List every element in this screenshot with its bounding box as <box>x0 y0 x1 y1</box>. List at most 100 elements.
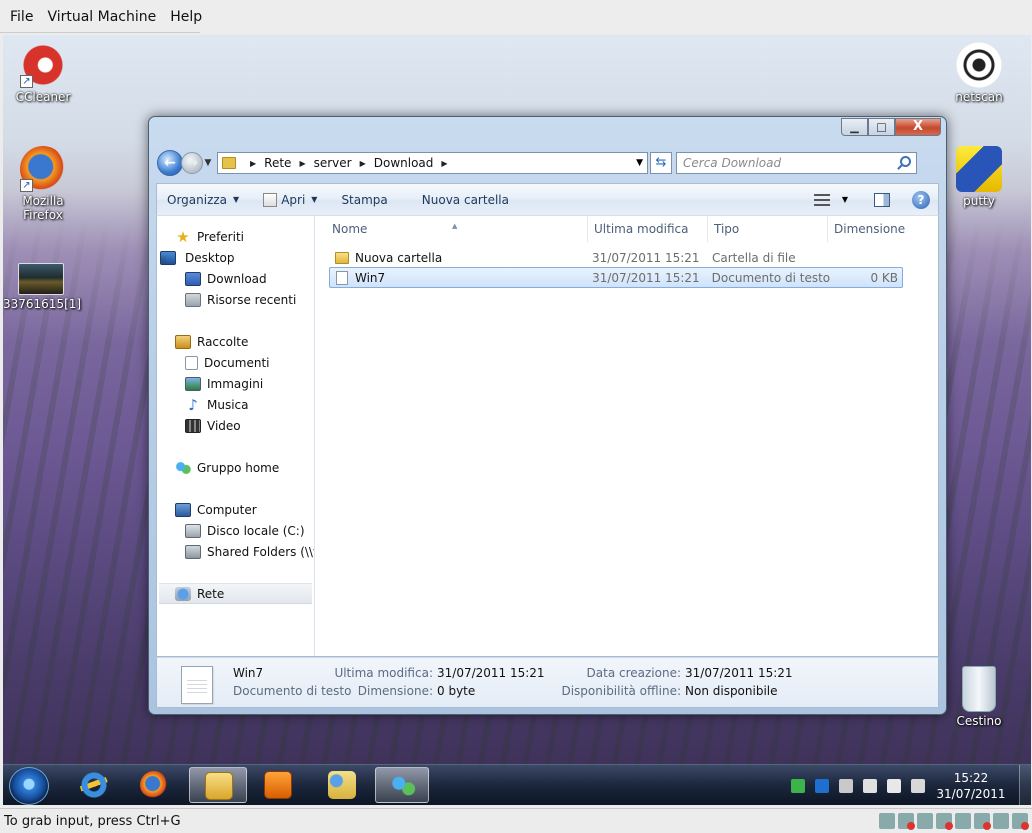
vmware-tools-icon[interactable] <box>839 778 853 793</box>
column-header-type[interactable]: Tipo <box>708 216 828 242</box>
file-type: Cartella di file <box>712 250 796 265</box>
usb-device-icon[interactable] <box>974 813 991 830</box>
nav-label: Raccolte <box>197 334 249 349</box>
desktop-icon-recycle-bin[interactable]: Cestino <box>941 666 1017 728</box>
sync-icon[interactable] <box>791 778 805 793</box>
floppy-icon[interactable] <box>936 813 953 830</box>
folder-icon <box>205 772 233 800</box>
file-row-selected[interactable]: Win7 31/07/2011 15:21 Documento di testo… <box>329 267 903 288</box>
nav-computer[interactable]: Computer <box>157 499 314 520</box>
minimize-button[interactable]: ▁ <box>841 118 868 136</box>
breadcrumb-separator-icon[interactable]: ▶ <box>299 159 305 168</box>
refresh-icon: ⇆ <box>655 155 667 170</box>
open-button[interactable]: Apri ▼ <box>255 184 325 215</box>
nav-pictures[interactable]: Immagini <box>157 373 314 394</box>
breadcrumb-rete[interactable]: Rete <box>264 156 291 170</box>
desktop-icon-firefox[interactable]: ↗ Mozilla Firefox <box>5 146 81 222</box>
column-header-size[interactable]: Dimensione <box>828 216 928 242</box>
print-button[interactable]: Stampa <box>333 184 395 215</box>
firefox-icon <box>140 771 168 799</box>
nav-recent[interactable]: Risorse recenti <box>157 289 314 310</box>
menu-virtual-machine[interactable]: Virtual Machine <box>41 9 162 25</box>
breadcrumb-download[interactable]: Download <box>374 156 434 170</box>
nav-documents[interactable]: Documenti <box>157 352 314 373</box>
printer-icon[interactable] <box>993 813 1009 829</box>
clock-date: 31/07/2011 <box>936 786 1006 801</box>
taskbar-network-app[interactable] <box>315 767 369 803</box>
taskbar-clock[interactable]: 15:22 31/07/2011 <box>935 770 1007 802</box>
nav-label: Desktop <box>185 250 235 265</box>
recycle-bin-icon <box>962 666 996 712</box>
desktop-icon-image-file[interactable]: 33761615[1] <box>3 263 81 311</box>
explorer-window[interactable]: ▁ □ X ← → ▼ ▶ Rete ▶ server ▶ Download ▶… <box>148 116 947 715</box>
volume-icon[interactable] <box>911 778 925 793</box>
sound-device-icon[interactable] <box>879 813 895 829</box>
forward-button[interactable]: → <box>181 152 203 174</box>
nav-download[interactable]: Download <box>157 268 314 289</box>
help-button[interactable]: ? <box>912 190 930 209</box>
desktop-icon-netscan[interactable]: netscan <box>941 42 1017 104</box>
change-view-icon[interactable] <box>813 193 830 206</box>
breadcrumb-server[interactable]: server <box>314 156 352 170</box>
nav-desktop[interactable]: Desktop <box>157 247 314 268</box>
breadcrumb-separator-icon[interactable]: ▶ <box>250 159 256 168</box>
search-icon[interactable] <box>900 156 911 167</box>
file-size: 0 KB <box>870 270 899 285</box>
menu-help[interactable]: Help <box>164 9 208 25</box>
back-button[interactable]: ← <box>157 150 183 176</box>
column-header-modified[interactable]: Ultima modifica <box>588 216 708 242</box>
download-folder-icon <box>185 271 201 286</box>
chevron-down-icon[interactable]: ▼ <box>842 195 848 204</box>
nav-network[interactable]: Rete <box>159 583 312 604</box>
breadcrumb-separator-icon[interactable]: ▶ <box>360 159 366 168</box>
address-history-dropdown[interactable]: ▼ <box>636 158 643 168</box>
nav-video[interactable]: Video <box>157 415 314 436</box>
column-label: Nome <box>332 222 368 236</box>
nav-favorites[interactable]: ★ Preferiti <box>157 226 314 247</box>
details-created-label: Data creazione: <box>586 666 681 680</box>
start-button[interactable] <box>9 767 49 805</box>
file-row[interactable]: Nuova cartella 31/07/2011 15:21 Cartella… <box>329 247 903 268</box>
explorer-body: ★ Preferiti Desktop Download Risorse rece… <box>156 215 939 657</box>
forward-arrow-icon: → <box>186 155 198 171</box>
show-desktop-button[interactable] <box>1019 765 1031 806</box>
taskbar-media-player[interactable] <box>251 767 305 803</box>
preview-pane-icon[interactable] <box>874 192 890 207</box>
libraries-icon <box>175 334 191 349</box>
nav-local-disk[interactable]: Disco locale (C:) <box>157 520 314 541</box>
menu-file[interactable]: File <box>4 9 39 25</box>
refresh-button[interactable]: ⇆ <box>650 152 672 174</box>
taskbar-explorer[interactable] <box>189 767 247 803</box>
nav-music[interactable]: ♪ Musica <box>157 394 314 415</box>
close-icon: X <box>912 119 924 134</box>
taskbar-homegroup[interactable] <box>375 767 429 803</box>
nav-label: Rete <box>197 586 225 601</box>
network-status-icon[interactable] <box>887 778 901 793</box>
recent-pages-dropdown[interactable]: ▼ <box>203 158 213 168</box>
cd-rom-icon[interactable] <box>917 813 933 829</box>
nav-libraries[interactable]: Raccolte <box>157 331 314 352</box>
close-button[interactable]: X <box>895 118 941 136</box>
maximize-button[interactable]: □ <box>868 118 895 136</box>
nav-homegroup[interactable]: Gruppo home <box>157 457 314 478</box>
nav-label: Computer <box>197 502 257 517</box>
taskbar-internet-explorer[interactable] <box>67 767 121 803</box>
new-folder-button[interactable]: Nuova cartella <box>414 184 517 215</box>
column-header-name[interactable]: ▲ Nome <box>316 216 588 242</box>
network-adapter-icon[interactable] <box>898 813 915 830</box>
file-name-cell: Nuova cartella <box>329 251 592 265</box>
desktop-icon-putty[interactable]: putty <box>941 146 1017 208</box>
breadcrumb-separator-icon[interactable]: ▶ <box>441 159 447 168</box>
organize-button[interactable]: Organizza ▼ <box>157 184 247 215</box>
search-input[interactable]: Cerca Download <box>676 152 917 174</box>
file-list-pane[interactable]: ▲ Nome Ultima modifica Tipo Dimensione N… <box>316 216 938 656</box>
desktop-icon-ccleaner[interactable]: ↗ CCleaner <box>5 42 81 104</box>
action-center-icon[interactable] <box>863 778 877 793</box>
bluetooth-icon[interactable] <box>815 778 829 793</box>
hard-disk-icon[interactable] <box>955 813 971 829</box>
bluetooth-device-icon[interactable] <box>1012 813 1029 830</box>
navigation-pane[interactable]: ★ Preferiti Desktop Download Risorse rece… <box>157 216 315 656</box>
taskbar-firefox[interactable] <box>127 767 181 803</box>
nav-shared-folders[interactable]: Shared Folders (\\vmware-host) <box>157 541 314 562</box>
address-bar[interactable]: ▶ Rete ▶ server ▶ Download ▶ ▼ <box>217 152 648 174</box>
